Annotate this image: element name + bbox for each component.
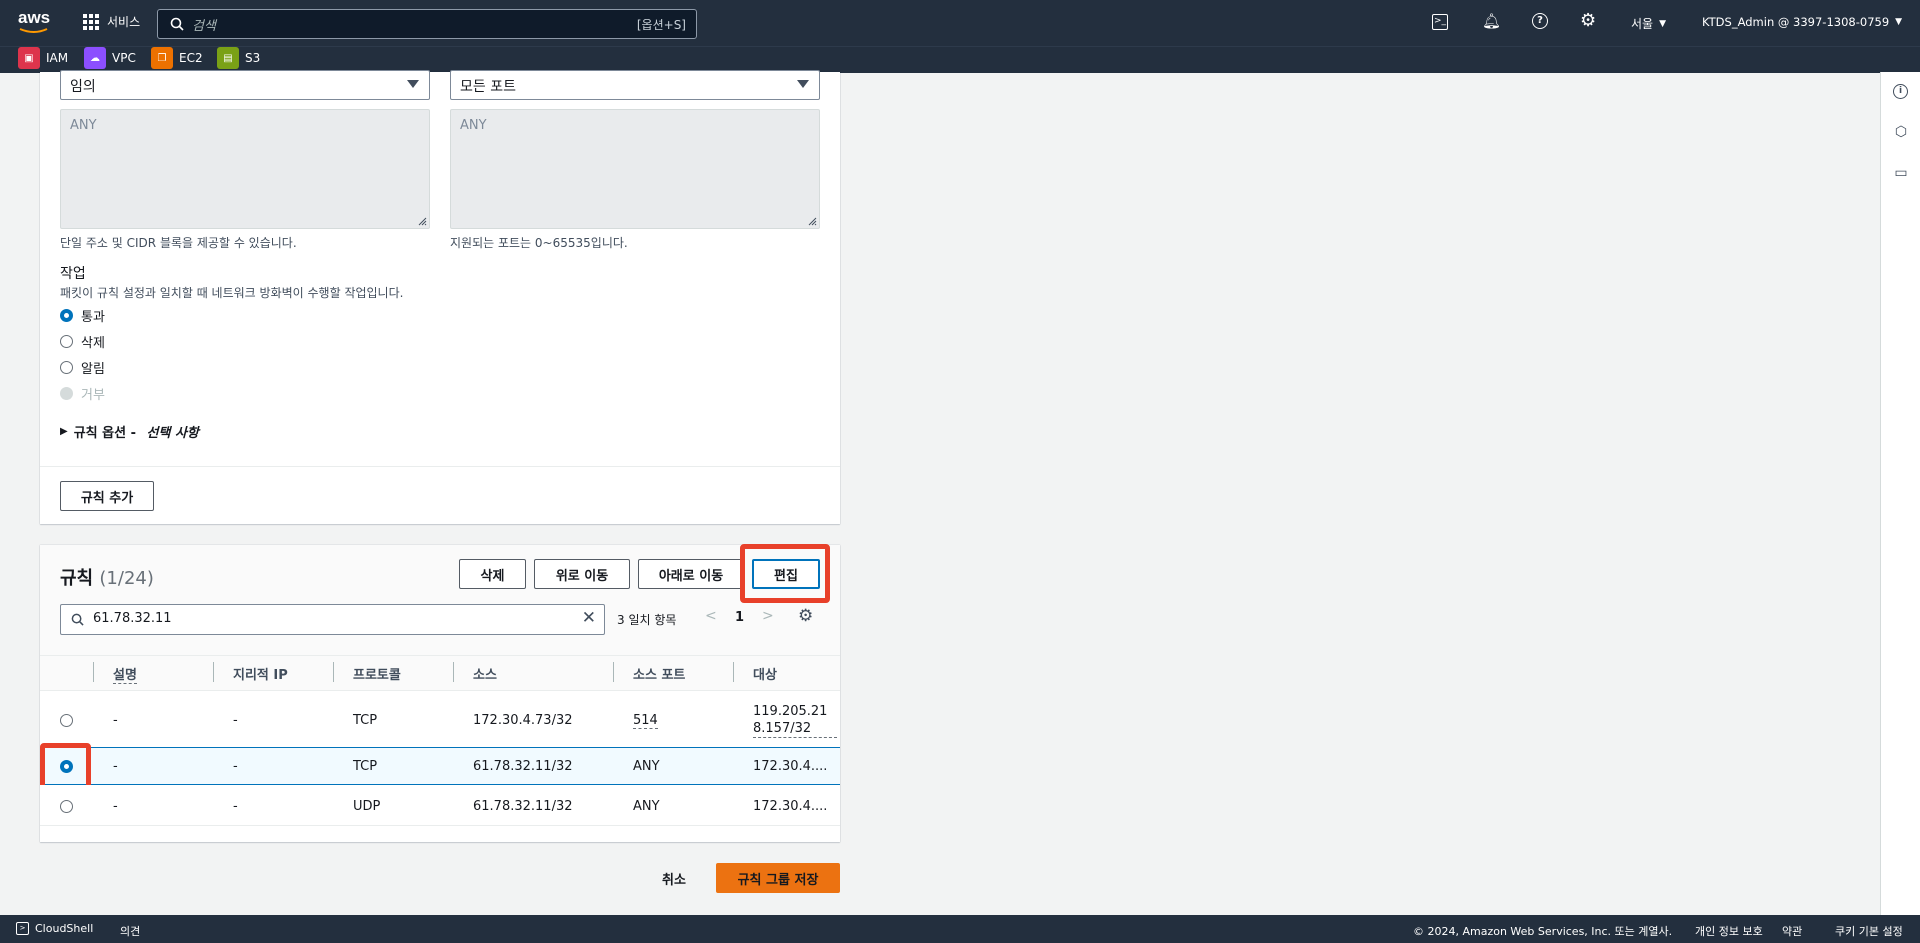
caret-down-icon [407,80,419,88]
port-select[interactable]: 모든 포트 [450,70,820,100]
save-rule-group-button[interactable]: 규칙 그룹 저장 [716,863,840,893]
caret-down-icon: ▼ [1895,17,1903,27]
column-header-destination[interactable]: 대상 [753,664,777,683]
settings-gear-icon[interactable]: ⚙ [1580,10,1596,31]
rule-options-expander[interactable]: ▶ 규칙 옵션 - 선택 사항 [60,422,199,441]
top-navigation-bar: aws 서비스 검색 [옵션+S] >_ 🔔︎ ? ⚙ 서울 ▼ KTDS_Ad… [0,0,1920,46]
table-row[interactable] [40,785,840,826]
cloudshell-button[interactable]: > CloudShell [16,922,93,935]
rules-filter-input[interactable]: 61.78.32.11 ✕ [60,604,605,635]
privacy-link[interactable]: 개인 정보 보호 [1695,923,1763,939]
column-header-geo-ip[interactable]: 지리적 IP [233,664,288,683]
hexagon-icon[interactable]: ⬡ [1893,124,1909,140]
resize-handle-icon[interactable] [417,216,427,226]
port-textarea[interactable]: ANY [450,109,820,229]
favorite-vpc[interactable]: ☁ VPC [84,47,136,69]
match-count: 3 일치 항목 [617,613,677,627]
row-select-radio[interactable] [60,714,73,727]
aws-logo[interactable]: aws [18,8,52,33]
row-select-radio[interactable] [60,800,73,813]
port-hint: 지원되는 포트는 0~65535입니다. [450,236,628,250]
caret-right-icon: ▶ [60,426,68,437]
destination-value[interactable]: 119.205.21 8.157/32 [753,703,837,738]
region-selector[interactable]: 서울 ▼ [1631,15,1666,32]
feedback-link[interactable]: 의견 [120,923,140,939]
delete-rule-button[interactable]: 삭제 [459,559,526,589]
edit-rule-button[interactable]: 편집 [752,559,820,589]
search-icon [170,17,184,31]
caret-down-icon: ▼ [1659,18,1667,29]
column-header-description[interactable]: 설명 [113,664,137,684]
move-down-button[interactable]: 아래로 이동 [638,559,744,589]
services-menu-button[interactable]: 서비스 [83,13,140,30]
destination-value[interactable]: 172.30.4.... [753,759,827,774]
action-option-alert[interactable]: 알림 [60,358,105,377]
radio-button[interactable] [60,309,73,322]
source-port-value[interactable]: 514 [633,713,658,729]
favorites-bar [0,46,1920,73]
next-page-icon[interactable]: > [762,608,774,624]
page-number[interactable]: 1 [735,610,744,625]
global-search-input[interactable]: 검색 [옵션+S] [157,9,697,39]
cloudshell-icon[interactable]: >_ [1432,14,1448,30]
source-textarea[interactable]: ANY [60,109,430,229]
footer-bar: > CloudShell 의견 © 2024, Amazon Web Servi… [0,915,1920,943]
cookie-preferences-link[interactable]: 쿠키 기본 설정 [1835,923,1903,939]
copyright-text: © 2024, Amazon Web Services, Inc. 또는 계열사… [1413,925,1673,938]
cancel-button[interactable]: 취소 [662,869,686,888]
action-option-drop[interactable]: 삭제 [60,332,105,351]
clear-filter-icon[interactable]: ✕ [582,608,596,628]
ec2-service-icon: ❐ [151,47,173,69]
right-tools-rail: i ⬡ ▭ [1880,72,1920,915]
presentation-icon[interactable]: ▭ [1893,165,1909,181]
favorite-ec2[interactable]: ❐ EC2 [151,47,203,69]
table-settings-gear-icon[interactable]: ⚙ [798,606,813,626]
action-option-pass[interactable]: 통과 [60,306,105,325]
notifications-bell-icon[interactable]: 🔔︎ [1482,12,1501,30]
iam-service-icon: ▣ [18,47,40,69]
s3-service-icon: ▤ [217,47,239,69]
column-header-source-port[interactable]: 소스 포트 [633,664,685,683]
vpc-service-icon: ☁ [84,47,106,69]
row-select-radio[interactable] [60,760,73,773]
table-row[interactable] [40,695,840,748]
favorite-s3[interactable]: ▤ S3 [217,47,260,69]
info-icon[interactable]: i [1893,84,1908,99]
resize-handle-icon[interactable] [807,216,817,226]
source-hint: 단일 주소 및 CIDR 블록을 제공할 수 있습니다. [60,236,297,250]
divider [40,466,840,467]
radio-button[interactable] [60,361,73,374]
radio-button[interactable] [60,335,73,348]
search-shortcut: [옵션+S] [636,18,686,32]
previous-page-icon[interactable]: < [705,608,717,624]
radio-button [60,387,73,400]
move-up-button[interactable]: 위로 이동 [534,559,630,589]
destination-value[interactable]: 172.30.4.... [753,799,827,814]
rules-title: 규칙 (1/24) [60,568,154,589]
table-row-selected[interactable] [40,747,840,785]
help-icon[interactable]: ? [1532,13,1548,29]
services-label: 서비스 [107,15,141,29]
account-menu[interactable]: KTDS_Admin @ 3397-1308-0759 ▼ [1702,15,1902,29]
search-icon [71,613,84,626]
grid-icon [83,13,99,30]
action-label: 작업 [60,266,86,282]
source-select[interactable]: 임의 [60,70,430,100]
action-option-reject: 거부 [60,384,105,403]
column-header-source[interactable]: 소스 [473,664,497,683]
cloudshell-icon: > [16,922,29,935]
table-header [40,655,840,691]
add-rule-button[interactable]: 규칙 추가 [60,481,154,511]
column-header-protocol[interactable]: 프로토콜 [353,664,401,683]
terms-link[interactable]: 약관 [1782,923,1802,939]
action-description: 패킷이 규칙 설정과 일치할 때 네트워크 방화벽이 수행할 작업입니다. [60,286,404,300]
caret-down-icon [797,80,809,88]
favorite-iam[interactable]: ▣ IAM [18,47,68,69]
search-placeholder: 검색 [192,19,216,34]
